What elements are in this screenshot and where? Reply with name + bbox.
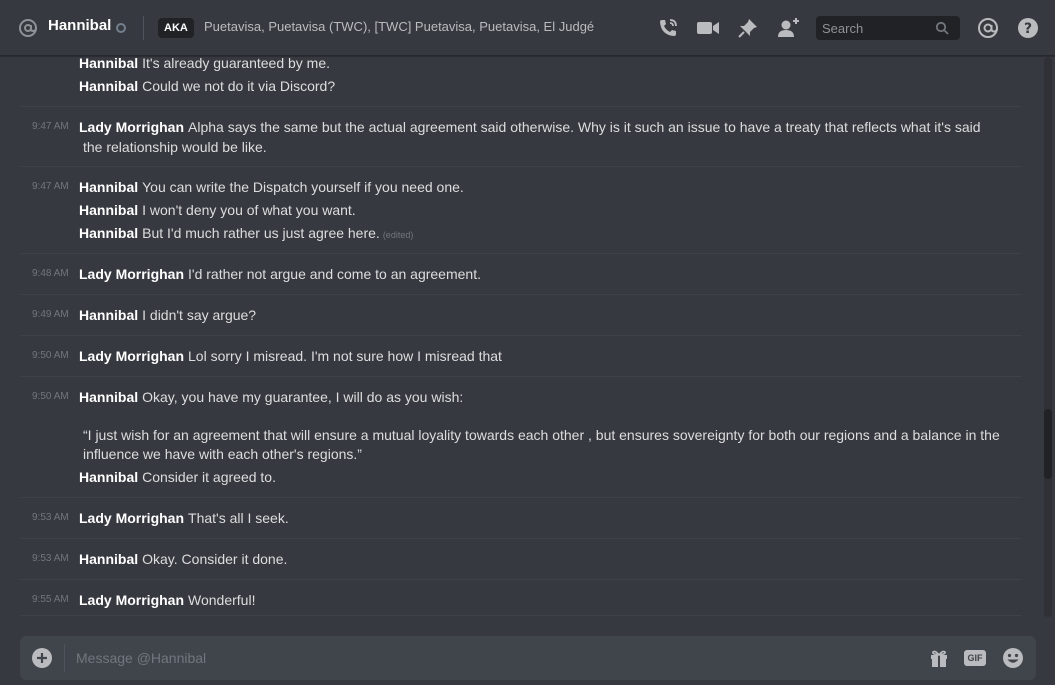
upload-plus-icon[interactable] — [32, 648, 52, 668]
message-text: Could we not do it via Discord? — [142, 78, 336, 94]
search-icon[interactable] — [932, 18, 952, 38]
pin-icon[interactable] — [736, 16, 760, 40]
message-text: Okay. Consider it done. — [142, 551, 288, 567]
message-text: Lol sorry I misread. I'm not sure how I … — [188, 348, 502, 364]
message-author[interactable]: Hannibal — [79, 57, 138, 71]
message-text: Wonderful! — [188, 592, 256, 608]
message: Hannibal Okay. Consider it done. — [79, 549, 287, 569]
message-author[interactable]: Hannibal — [79, 307, 138, 323]
message-group: 9:50 AM Hannibal Okay, you have my guaran… — [20, 377, 1022, 498]
message: Lady Morrighan Wonderful! — [79, 590, 255, 610]
message: Hannibal I didn't say argue? — [79, 305, 256, 325]
message-timestamp: 9:50 AM — [32, 391, 69, 402]
message-group: 9:50 AM Lady Morrighan Lol sorry I misrea… — [20, 336, 1022, 377]
message: Hannibal You can write the Dispatch yours… — [79, 177, 464, 197]
message-composer: GIF — [20, 636, 1036, 680]
composer-divider — [64, 644, 65, 672]
message-author[interactable]: Hannibal — [79, 389, 138, 405]
message: Hannibal Consider it agreed to. — [79, 467, 276, 487]
scrollbar-thumb[interactable] — [1044, 409, 1052, 479]
message-group: 9:47 AM Lady Morrighan Alpha says the sam… — [20, 107, 1022, 167]
message-author[interactable]: Lady Morrighan — [79, 266, 184, 282]
message-text: I'd rather not argue and come to an agre… — [188, 266, 481, 282]
message-text-continued: the relationship would be like. — [83, 139, 267, 155]
message-group: 9:53 AM Lady Morrighan That's all I seek. — [20, 498, 1022, 539]
gif-label: GIF — [964, 650, 986, 666]
status-offline-icon — [116, 23, 126, 33]
message: Hannibal Could we not do it via Discord? — [79, 76, 335, 96]
search-box[interactable] — [816, 16, 960, 40]
message: Lady Morrighan That's all I seek. — [79, 508, 289, 528]
gif-icon[interactable]: GIF — [964, 647, 986, 669]
message-author[interactable]: Hannibal — [79, 179, 138, 195]
message-author[interactable]: Hannibal — [79, 78, 138, 94]
emoji-icon[interactable] — [1002, 647, 1024, 669]
message-author[interactable]: Lady Morrighan — [79, 510, 184, 526]
message-list[interactable]: Hannibal It's already guaranteed by me. H… — [0, 57, 1040, 617]
message-text: I won't deny you of what you want. — [142, 202, 356, 218]
channel-header: Hannibal AKA Puetavisa, Puetavisa (TWC),… — [0, 0, 1055, 56]
message-text: Alpha says the same but the actual agree… — [188, 119, 981, 135]
message: Lady Morrighan I'd rather not argue and c… — [79, 264, 481, 284]
add-friend-icon[interactable] — [776, 16, 800, 40]
message-text: But I'd much rather us just agree here. — [142, 225, 380, 241]
message-text: Okay, you have my guarantee, I will do a… — [142, 389, 464, 405]
message-timestamp: 9:47 AM — [32, 121, 69, 132]
message-author[interactable]: Lady Morrighan — [79, 348, 184, 364]
scrollbar-track[interactable] — [1044, 57, 1052, 617]
aka-names: Puetavisa, Puetavisa (TWC), [TWC] Puetav… — [204, 19, 595, 34]
header-divider — [143, 16, 144, 40]
message-group: 9:48 AM Lady Morrighan I'd rather not arg… — [20, 254, 1022, 295]
gift-icon[interactable] — [928, 647, 950, 669]
message-input[interactable] — [74, 647, 894, 669]
message: Lady Morrighan Alpha says the same but th… — [79, 117, 981, 137]
message-group: 9:49 AM Hannibal I didn't say argue? — [20, 295, 1022, 336]
channel-title: Hannibal — [48, 17, 112, 34]
message-timestamp: 9:55 AM — [32, 594, 69, 605]
message: Hannibal But I'd much rather us just agre… — [79, 223, 413, 245]
message-timestamp: 9:48 AM — [32, 268, 69, 279]
message-text: It's already guaranteed by me. — [142, 57, 331, 71]
message-text: Consider it agreed to. — [142, 469, 276, 485]
help-icon[interactable]: ? — [1016, 16, 1040, 40]
message-author[interactable]: Lady Morrighan — [79, 119, 184, 135]
aka-badge: AKA — [158, 18, 194, 38]
message-text: I didn't say argue? — [142, 307, 257, 323]
message-text: That's all I seek. — [188, 510, 289, 526]
video-camera-icon[interactable] — [696, 16, 720, 40]
message-author[interactable]: Hannibal — [79, 469, 138, 485]
mentions-at-icon[interactable] — [976, 16, 1000, 40]
message-author[interactable]: Hannibal — [79, 551, 138, 567]
edited-label: (edited) — [382, 230, 414, 240]
message-timestamp: 9:47 AM — [32, 181, 69, 192]
svg-text:?: ? — [1024, 21, 1032, 37]
message-author[interactable]: Lady Morrighan — [79, 592, 184, 608]
phone-call-icon[interactable] — [656, 16, 680, 40]
message: Hannibal I won't deny you of what you wan… — [79, 200, 356, 220]
message: Hannibal Okay, you have my guarantee, I w… — [79, 387, 463, 407]
message-author[interactable]: Hannibal — [79, 202, 138, 218]
message: Hannibal It's already guaranteed by me. — [79, 57, 330, 73]
message-author[interactable]: Hannibal — [79, 225, 138, 241]
at-icon — [18, 18, 38, 38]
message: Lady Morrighan Lol sorry I misread. I'm n… — [79, 346, 502, 366]
message-timestamp: 9:49 AM — [32, 309, 69, 320]
message-group: 9:53 AM Hannibal Okay. Consider it done. — [20, 539, 1022, 580]
message-timestamp: 9:50 AM — [32, 350, 69, 361]
message-timestamp: 9:53 AM — [32, 553, 69, 564]
message-group: Hannibal It's already guaranteed by me. H… — [20, 57, 1022, 107]
message-text: You can write the Dispatch yourself if y… — [142, 179, 464, 195]
message-group: 9:47 AM Hannibal You can write the Dispat… — [20, 167, 1022, 254]
search-input[interactable] — [816, 19, 932, 37]
message-timestamp: 9:53 AM — [32, 512, 69, 523]
quoted-text: “I just wish for an agreement that will … — [83, 427, 1000, 462]
message-group: 9:55 AM Lady Morrighan Wonderful! — [20, 580, 1022, 616]
